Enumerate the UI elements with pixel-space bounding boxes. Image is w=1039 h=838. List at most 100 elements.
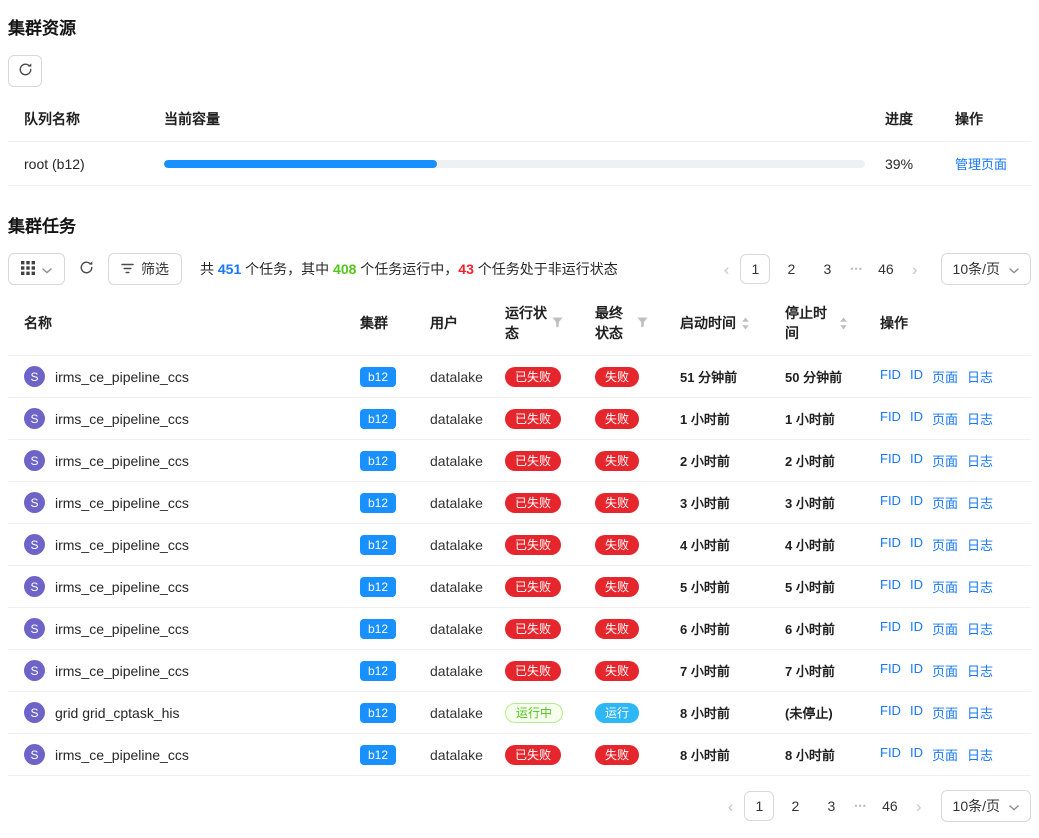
task-name[interactable]: irms_ce_pipeline_ccs	[55, 537, 189, 553]
id-link[interactable]: ID	[910, 661, 923, 680]
sort-icon[interactable]	[741, 317, 750, 330]
log-link[interactable]: 日志	[967, 745, 993, 764]
fid-link[interactable]: FID	[880, 409, 901, 428]
page-button-1[interactable]: 1	[744, 791, 774, 821]
fid-link[interactable]: FID	[880, 745, 901, 764]
fid-link[interactable]: FID	[880, 493, 901, 512]
page-link[interactable]: 页面	[932, 409, 958, 428]
col-start-time[interactable]: 启动时间	[664, 301, 769, 345]
manage-page-link[interactable]: 管理页面	[955, 157, 1007, 172]
page-link[interactable]: 页面	[932, 577, 958, 596]
log-link[interactable]: 日志	[967, 703, 993, 722]
fid-link[interactable]: FID	[880, 577, 901, 596]
cluster-badge: b12	[360, 703, 396, 723]
id-link[interactable]: ID	[910, 535, 923, 554]
page-button-last[interactable]: 46	[871, 254, 901, 284]
log-link[interactable]: 日志	[967, 661, 993, 680]
page-link[interactable]: 页面	[932, 535, 958, 554]
col-final-status: 最终状态	[579, 291, 664, 355]
id-link[interactable]: ID	[910, 409, 923, 428]
task-name[interactable]: irms_ce_pipeline_ccs	[55, 369, 189, 385]
filter-funnel-icon[interactable]	[552, 315, 563, 331]
page-button-2[interactable]: 2	[780, 791, 810, 821]
avatar: S	[24, 450, 45, 471]
task-user: datalake	[414, 443, 489, 479]
task-name[interactable]: irms_ce_pipeline_ccs	[55, 663, 189, 679]
avatar: S	[24, 660, 45, 681]
page-link[interactable]: 页面	[932, 661, 958, 680]
id-link[interactable]: ID	[910, 451, 923, 470]
pagination-bottom: ‹ 1 2 3 ••• 46 › 10条/页	[8, 776, 1031, 830]
page-link[interactable]: 页面	[932, 745, 958, 764]
id-link[interactable]: ID	[910, 619, 923, 638]
cluster-badge: b12	[360, 577, 396, 597]
task-actions: FID ID 页面 日志	[864, 357, 1031, 396]
fid-link[interactable]: FID	[880, 619, 901, 638]
tasks-table: 名称 集群 用户 运行状态 最终状态	[8, 291, 1031, 776]
summary-text: 个任务处于非运行状态	[474, 261, 618, 277]
resources-table: 队列名称 当前容量 进度 操作 root (b12) 39% 管理页面	[8, 97, 1031, 186]
fid-link[interactable]: FID	[880, 451, 901, 470]
fid-link[interactable]: FID	[880, 367, 901, 386]
page-button-2[interactable]: 2	[776, 254, 806, 284]
fid-link[interactable]: FID	[880, 661, 901, 680]
id-link[interactable]: ID	[910, 703, 923, 722]
task-actions: FID ID 页面 日志	[864, 609, 1031, 648]
page-button-last[interactable]: 46	[875, 791, 905, 821]
task-name[interactable]: irms_ce_pipeline_ccs	[55, 495, 189, 511]
sort-icon[interactable]	[839, 317, 848, 330]
progress-percent: 39%	[881, 144, 939, 184]
page-ellipsis[interactable]: •••	[848, 264, 864, 274]
task-user: datalake	[414, 485, 489, 521]
page-button-3[interactable]: 3	[812, 254, 842, 284]
page-button-1[interactable]: 1	[740, 254, 770, 284]
col-stop-time[interactable]: 停止时间	[769, 291, 864, 355]
log-link[interactable]: 日志	[967, 535, 993, 554]
fid-link[interactable]: FID	[880, 535, 901, 554]
tasks-refresh-button[interactable]	[75, 253, 98, 285]
run-status-badge: 已失败	[505, 409, 561, 429]
log-link[interactable]: 日志	[967, 493, 993, 512]
page-button-3[interactable]: 3	[816, 791, 846, 821]
page-link[interactable]: 页面	[932, 451, 958, 470]
next-page-button[interactable]: ›	[911, 798, 927, 815]
log-link[interactable]: 日志	[967, 409, 993, 428]
stopped-task-count: 43	[458, 261, 474, 277]
prev-page-button[interactable]: ‹	[723, 798, 739, 815]
fid-link[interactable]: FID	[880, 703, 901, 722]
task-row: S irms_ce_pipeline_ccs b12 datalake 已失败 …	[8, 356, 1031, 398]
id-link[interactable]: ID	[910, 745, 923, 764]
resources-refresh-button[interactable]	[8, 55, 42, 87]
start-time: 3 小时前	[664, 483, 769, 522]
run-status-badge: 已失败	[505, 661, 561, 681]
log-link[interactable]: 日志	[967, 619, 993, 638]
task-name[interactable]: irms_ce_pipeline_ccs	[55, 747, 189, 763]
task-name[interactable]: irms_ce_pipeline_ccs	[55, 453, 189, 469]
task-user: datalake	[414, 653, 489, 689]
page-size-select[interactable]: 10条/页	[941, 253, 1031, 285]
filter-funnel-icon[interactable]	[637, 315, 648, 331]
page-link[interactable]: 页面	[932, 703, 958, 722]
next-page-button[interactable]: ›	[907, 261, 923, 278]
task-name[interactable]: grid grid_cptask_his	[55, 705, 180, 721]
page-link[interactable]: 页面	[932, 493, 958, 512]
page-ellipsis[interactable]: •••	[852, 801, 868, 811]
id-link[interactable]: ID	[910, 367, 923, 386]
log-link[interactable]: 日志	[967, 577, 993, 596]
log-link[interactable]: 日志	[967, 367, 993, 386]
id-link[interactable]: ID	[910, 577, 923, 596]
log-link[interactable]: 日志	[967, 451, 993, 470]
page-link[interactable]: 页面	[932, 367, 958, 386]
prev-page-button[interactable]: ‹	[719, 261, 735, 278]
task-name[interactable]: irms_ce_pipeline_ccs	[55, 621, 189, 637]
column-layout-button[interactable]	[8, 253, 65, 285]
filter-button[interactable]: 筛选	[108, 253, 182, 285]
task-name[interactable]: irms_ce_pipeline_ccs	[55, 579, 189, 595]
page-link[interactable]: 页面	[932, 619, 958, 638]
id-link[interactable]: ID	[910, 493, 923, 512]
col-run-status: 运行状态	[489, 291, 579, 355]
task-actions: FID ID 页面 日志	[864, 693, 1031, 732]
task-name[interactable]: irms_ce_pipeline_ccs	[55, 411, 189, 427]
page-size-select[interactable]: 10条/页	[941, 790, 1031, 822]
col-run-status-label: 运行状态	[505, 303, 547, 343]
